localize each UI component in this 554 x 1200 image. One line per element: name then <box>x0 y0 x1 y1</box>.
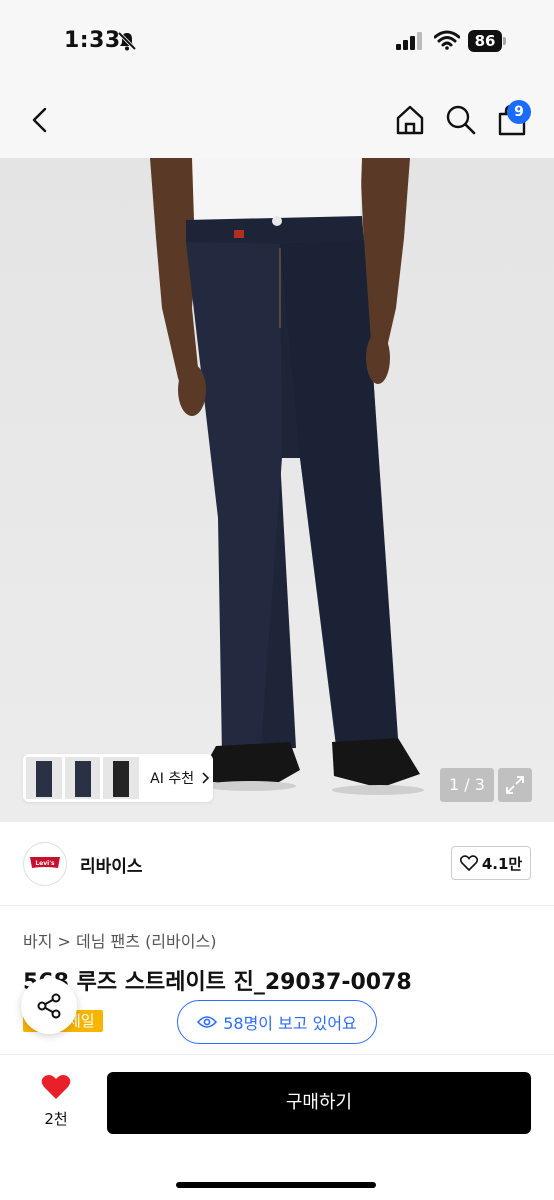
brand-like-count: 4.1만 <box>481 854 523 873</box>
brand-row[interactable]: Levi's 리바이스 4.1만 <box>0 822 554 906</box>
battery-tip <box>503 37 506 45</box>
buy-button[interactable]: 구매하기 <box>107 1072 531 1134</box>
heart-outline-icon <box>459 855 478 871</box>
wishlist-button[interactable]: 2천 <box>26 1074 86 1129</box>
signal-icon <box>396 32 422 50</box>
wifi-icon <box>434 30 460 50</box>
share-button[interactable] <box>21 978 77 1034</box>
back-icon[interactable] <box>28 106 52 134</box>
viewers-text: 58명이 보고 있어요 <box>223 1014 357 1033</box>
battery-level: 86 <box>468 30 502 52</box>
purchase-bar: 2천 구매하기 <box>0 1056 554 1200</box>
bell-muted-icon <box>117 31 137 51</box>
cart-count-badge: 9 <box>507 100 531 124</box>
brand-name[interactable]: 리바이스 <box>80 852 143 877</box>
product-photo-jeans <box>150 158 424 795</box>
wishlist-count: 2천 <box>44 1110 68 1128</box>
expand-image-button[interactable] <box>498 768 532 802</box>
divider <box>0 1054 554 1055</box>
ai-recommend-strip[interactable]: AI 추천 <box>23 754 213 802</box>
viewers-count-pill: 58명이 보고 있어요 <box>177 1000 377 1044</box>
eye-icon <box>197 1016 218 1028</box>
ai-recommend-label: AI 추천 <box>150 771 195 787</box>
thumbnail-3[interactable] <box>103 757 140 799</box>
status-bar: 1:33 86 <box>0 0 554 82</box>
brand-logo[interactable]: Levi's <box>23 842 67 886</box>
levis-logo-icon: Levi's <box>30 857 60 868</box>
expand-icon <box>506 776 524 794</box>
top-nav-bar: 9 <box>0 82 554 158</box>
thumbnail-2[interactable] <box>64 757 101 799</box>
heart-filled-icon <box>41 1075 71 1099</box>
product-title: 568 루즈 스트레이트 진_29037-0078 <box>23 970 412 995</box>
brand-like-button[interactable]: 4.1만 <box>451 846 531 880</box>
thumbnail-1[interactable] <box>26 757 62 799</box>
share-icon <box>37 993 61 1019</box>
status-time: 1:33 <box>64 28 121 53</box>
image-page-counter: 1 / 3 <box>440 768 494 802</box>
chevron-right-icon <box>202 772 210 784</box>
product-image[interactable]: AI 추천 1 / 3 <box>0 158 554 822</box>
home-indicator <box>176 1182 376 1188</box>
home-icon[interactable] <box>394 104 426 136</box>
battery-indicator: 86 <box>468 30 506 52</box>
svg-text:Levi's: Levi's <box>35 860 55 867</box>
breadcrumb[interactable]: 바지 > 데님 팬츠 (리바이스) <box>23 928 216 952</box>
search-icon[interactable] <box>445 104 477 136</box>
